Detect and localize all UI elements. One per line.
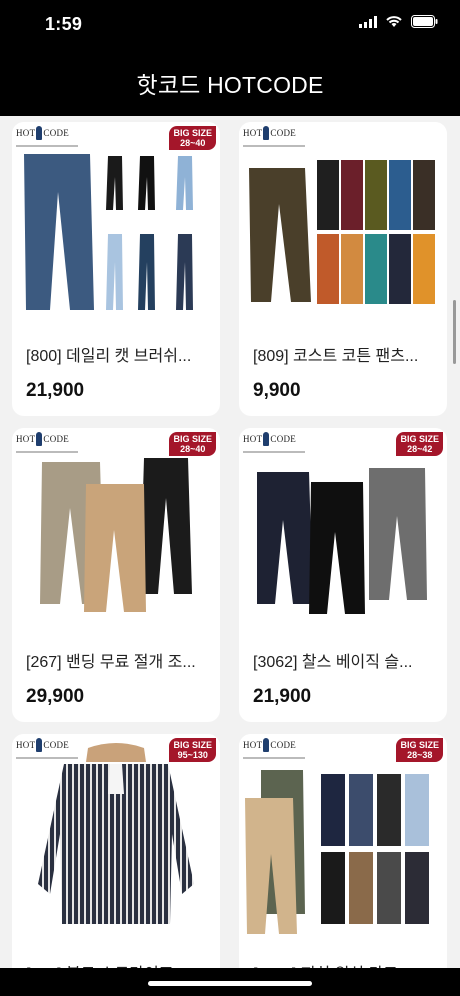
product-price: 9,900 <box>253 380 301 401</box>
cargo-pants-illustration <box>245 770 429 934</box>
product-image: HOT CODE BIG SIZE 28~40 <box>12 428 220 628</box>
product-card[interactable]: HOT CODE [809] 코스트 코튼 팬츠... 9,900 <box>239 122 447 416</box>
jeans-illustration <box>24 154 193 310</box>
cotton-pants-illustration <box>249 160 435 304</box>
slacks-illustration <box>257 468 427 614</box>
product-price: 21,900 <box>26 380 85 401</box>
status-time: 1:59 <box>45 14 83 34</box>
striped-shirt-illustration <box>38 743 194 924</box>
status-bar: 1:59 <box>0 0 460 50</box>
wifi-icon <box>386 16 402 27</box>
product-card[interactable]: HOTCODE BIG SIZE95~130 [565] 볼드 스트라이프 <box>12 734 220 996</box>
product-card[interactable]: HOT CODE BIG SIZE 28~42 [3062] 찰스 베이직 슬...… <box>239 428 447 722</box>
product-image: HOT CODE BIG SIZE 28~38 <box>239 734 447 934</box>
product-image: HOT CODE BIG SIZE 28~40 <box>12 122 220 322</box>
product-title: [800] 데일리 캣 브러쉬... <box>26 348 192 365</box>
product-card[interactable]: HOT CODE BIG SIZE 28~40 [800] 데일리 캣 브러쉬...… <box>12 122 220 416</box>
product-image: HOT CODE <box>239 122 447 322</box>
page-title: 핫코드 HOTCODE <box>136 72 324 98</box>
product-title: [267] 밴딩 무료 절개 조... <box>26 654 196 671</box>
home-indicator[interactable] <box>148 981 312 986</box>
product-price: 21,900 <box>253 686 312 707</box>
product-card[interactable]: HOTCODE BIG SIZE28~38 [1100] 피치 워싱 카고 <box>239 734 447 996</box>
product-title: [3062] 찰스 베이직 슬... <box>253 654 413 671</box>
product-title: [809] 코스트 코튼 팬츠... <box>253 348 419 365</box>
status-icons <box>359 15 438 28</box>
navigation-bar: 핫코드 HOTCODE <box>0 50 460 116</box>
product-grid[interactable]: HOT CODE BIG SIZE 28~40 [800] 데일리 캣 브러쉬...… <box>0 116 460 996</box>
scroll-indicator[interactable] <box>453 300 456 364</box>
product-price: 29,900 <box>26 686 85 707</box>
battery-icon <box>411 15 438 28</box>
product-image: HOT CODE BIG SIZE 95~130 <box>12 734 220 934</box>
product-image: HOT CODE BIG SIZE 28~42 <box>239 428 447 628</box>
jogger-pants-illustration <box>40 458 192 612</box>
signal-icon <box>359 15 377 28</box>
product-card[interactable]: HOT CODE BIG SIZE 28~40 [267] 밴딩 무료 절개 조..… <box>12 428 220 722</box>
